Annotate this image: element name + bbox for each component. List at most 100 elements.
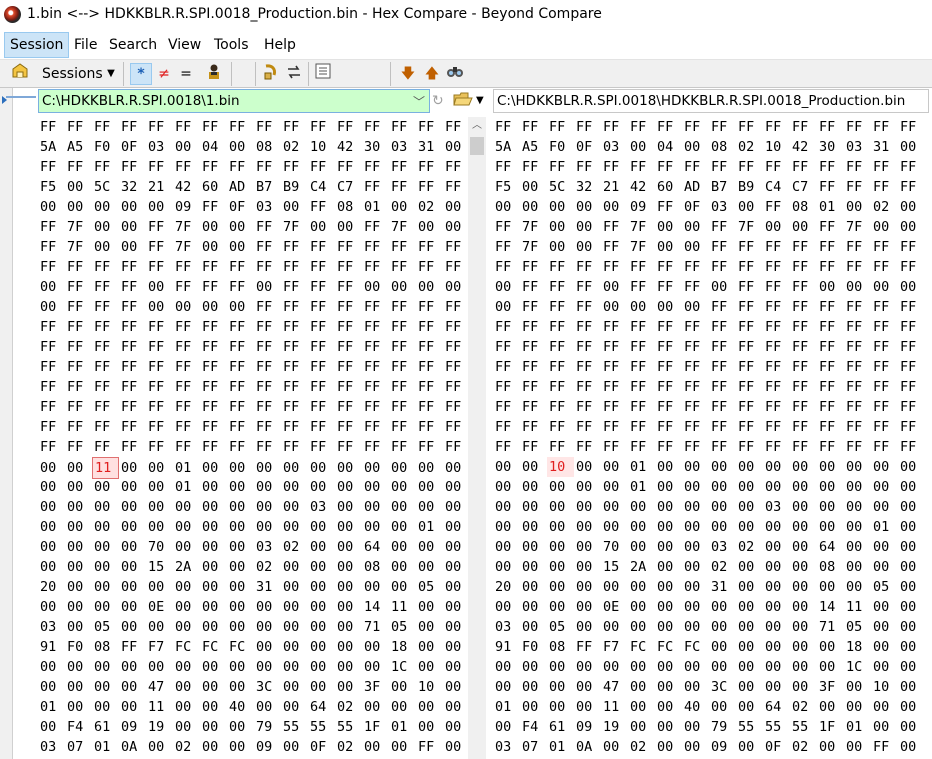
hex-byte[interactable]: FF xyxy=(817,257,844,277)
hex-byte[interactable]: FF xyxy=(628,357,655,377)
hex-byte[interactable]: 00 xyxy=(763,217,790,237)
sessions-button[interactable]: Sessions xyxy=(42,63,103,85)
hex-byte[interactable]: 3C xyxy=(709,677,736,697)
hex-byte[interactable]: 00 xyxy=(817,697,844,717)
hex-byte[interactable]: 00 xyxy=(92,477,119,497)
hex-byte[interactable]: 00 xyxy=(416,537,443,557)
hex-byte[interactable]: 00 xyxy=(227,297,254,317)
hex-byte[interactable]: 01 xyxy=(628,457,655,477)
hex-byte[interactable]: 00 xyxy=(281,617,308,637)
hex-byte[interactable]: FF xyxy=(443,317,466,337)
hex-byte[interactable]: 00 xyxy=(200,458,227,478)
hex-byte[interactable]: 00 xyxy=(520,597,547,617)
hex-byte[interactable]: 00 xyxy=(38,477,65,497)
hex-byte[interactable]: FF xyxy=(443,157,466,177)
hex-row[interactable]: FF FF FF FF FF FF FF FF FF FF FF FF FF FF FF FF xyxy=(38,377,466,397)
hex-byte[interactable]: FF xyxy=(655,277,682,297)
hex-byte[interactable]: 00 xyxy=(628,697,655,717)
hex-byte[interactable]: 09 xyxy=(628,197,655,217)
browse-dropdown-icon[interactable]: ▼ xyxy=(476,91,484,111)
hex-byte[interactable]: FF xyxy=(736,237,763,257)
hex-byte[interactable]: 09 xyxy=(254,737,281,757)
hex-byte[interactable]: 00 xyxy=(146,517,173,537)
hex-byte[interactable]: FF xyxy=(682,157,709,177)
hex-byte[interactable]: 00 xyxy=(92,497,119,517)
hex-row[interactable]: 00 FF FF FF 00 00 00 00 FF FF FF FF FF FF FF FF xyxy=(38,297,466,317)
hex-byte[interactable]: 00 xyxy=(335,597,362,617)
hex-byte[interactable]: FF xyxy=(547,157,574,177)
hex-byte[interactable]: 00 xyxy=(200,737,227,757)
hex-byte[interactable]: FF xyxy=(871,737,898,757)
hex-byte[interactable]: 40 xyxy=(227,697,254,717)
hex-byte[interactable]: FF xyxy=(763,157,790,177)
hex-byte[interactable]: FF xyxy=(119,117,146,137)
hex-byte[interactable]: 04 xyxy=(655,137,682,157)
hex-byte[interactable]: 00 xyxy=(709,637,736,657)
hex-byte[interactable]: 00 xyxy=(362,737,389,757)
next-diff-icon[interactable]: 🡇 xyxy=(400,63,416,85)
hex-byte[interactable]: 00 xyxy=(574,697,601,717)
hex-byte[interactable]: 00 xyxy=(200,217,227,237)
hex-byte[interactable]: 00 xyxy=(308,677,335,697)
hex-byte[interactable]: FF xyxy=(520,117,547,137)
hex-byte[interactable]: FF xyxy=(763,117,790,137)
hex-byte[interactable]: 00 xyxy=(119,237,146,257)
hex-byte[interactable]: 00 xyxy=(871,597,898,617)
hex-byte[interactable]: 00 xyxy=(227,617,254,637)
hex-byte[interactable]: 00 xyxy=(520,557,547,577)
hex-byte[interactable]: F0 xyxy=(520,637,547,657)
hex-byte[interactable]: 00 xyxy=(443,597,466,617)
hex-byte[interactable]: 64 xyxy=(763,697,790,717)
hex-byte[interactable]: 00 xyxy=(493,537,520,557)
hex-byte[interactable]: 10 xyxy=(308,137,335,157)
hex-byte[interactable]: 00 xyxy=(227,477,254,497)
hex-byte[interactable]: 00 xyxy=(254,277,281,297)
hex-byte[interactable]: FF xyxy=(92,257,119,277)
hex-byte[interactable]: FF xyxy=(227,377,254,397)
hex-row[interactable]: FF FF FF FF FF FF FF FF FF FF FF FF FF FF FF FF xyxy=(38,437,466,457)
hex-byte[interactable]: FF xyxy=(389,337,416,357)
hex-byte[interactable]: FF xyxy=(898,237,925,257)
hex-byte[interactable]: FF xyxy=(601,337,628,357)
hex-byte[interactable]: 00 xyxy=(898,137,925,157)
hex-byte[interactable]: 00 xyxy=(146,577,173,597)
hex-byte[interactable]: 08 xyxy=(817,557,844,577)
hex-row[interactable]: 00 00 00 00 47 00 00 00 3C 00 00 00 3F 00 10 00 xyxy=(38,677,466,697)
hex-byte[interactable]: FF xyxy=(281,317,308,337)
hex-byte[interactable]: FF xyxy=(628,277,655,297)
hex-byte[interactable]: 00 xyxy=(736,677,763,697)
hex-byte[interactable]: 00 xyxy=(763,517,790,537)
hex-byte[interactable]: FF xyxy=(308,397,335,417)
hex-byte[interactable]: F0 xyxy=(65,637,92,657)
hex-byte[interactable]: 00 xyxy=(254,517,281,537)
hex-byte[interactable]: 00 xyxy=(281,597,308,617)
hex-byte[interactable]: 00 xyxy=(146,197,173,217)
hex-byte[interactable]: 00 xyxy=(281,697,308,717)
hex-byte[interactable]: FF xyxy=(362,257,389,277)
hex-byte[interactable]: 00 xyxy=(520,697,547,717)
hex-byte[interactable]: C4 xyxy=(763,177,790,197)
hex-byte[interactable]: FF xyxy=(763,257,790,277)
hex-byte[interactable]: 00 xyxy=(38,537,65,557)
rules-icon[interactable] xyxy=(204,63,224,85)
hex-byte[interactable]: FF xyxy=(790,277,817,297)
hex-byte[interactable]: FF xyxy=(38,237,65,257)
hex-byte[interactable]: FF xyxy=(574,257,601,277)
hex-byte[interactable]: 00 xyxy=(763,597,790,617)
hex-byte[interactable]: 19 xyxy=(601,717,628,737)
hex-byte[interactable]: FF xyxy=(119,337,146,357)
hex-byte[interactable]: 10 xyxy=(871,677,898,697)
hex-byte[interactable]: 00 xyxy=(92,597,119,617)
hex-byte[interactable]: 15 xyxy=(601,557,628,577)
hex-byte[interactable]: FF xyxy=(335,117,362,137)
hex-byte[interactable]: 00 xyxy=(655,717,682,737)
hex-byte[interactable]: 60 xyxy=(655,177,682,197)
hex-byte[interactable]: FF xyxy=(254,237,281,257)
hex-byte[interactable]: 01 xyxy=(38,697,65,717)
hex-byte[interactable]: FF xyxy=(655,197,682,217)
hex-byte[interactable]: FF xyxy=(736,397,763,417)
hex-byte[interactable]: FF xyxy=(871,397,898,417)
hex-byte[interactable]: 00 xyxy=(416,637,443,657)
hex-byte[interactable]: FF xyxy=(709,397,736,417)
hex-byte[interactable]: FF xyxy=(844,337,871,357)
